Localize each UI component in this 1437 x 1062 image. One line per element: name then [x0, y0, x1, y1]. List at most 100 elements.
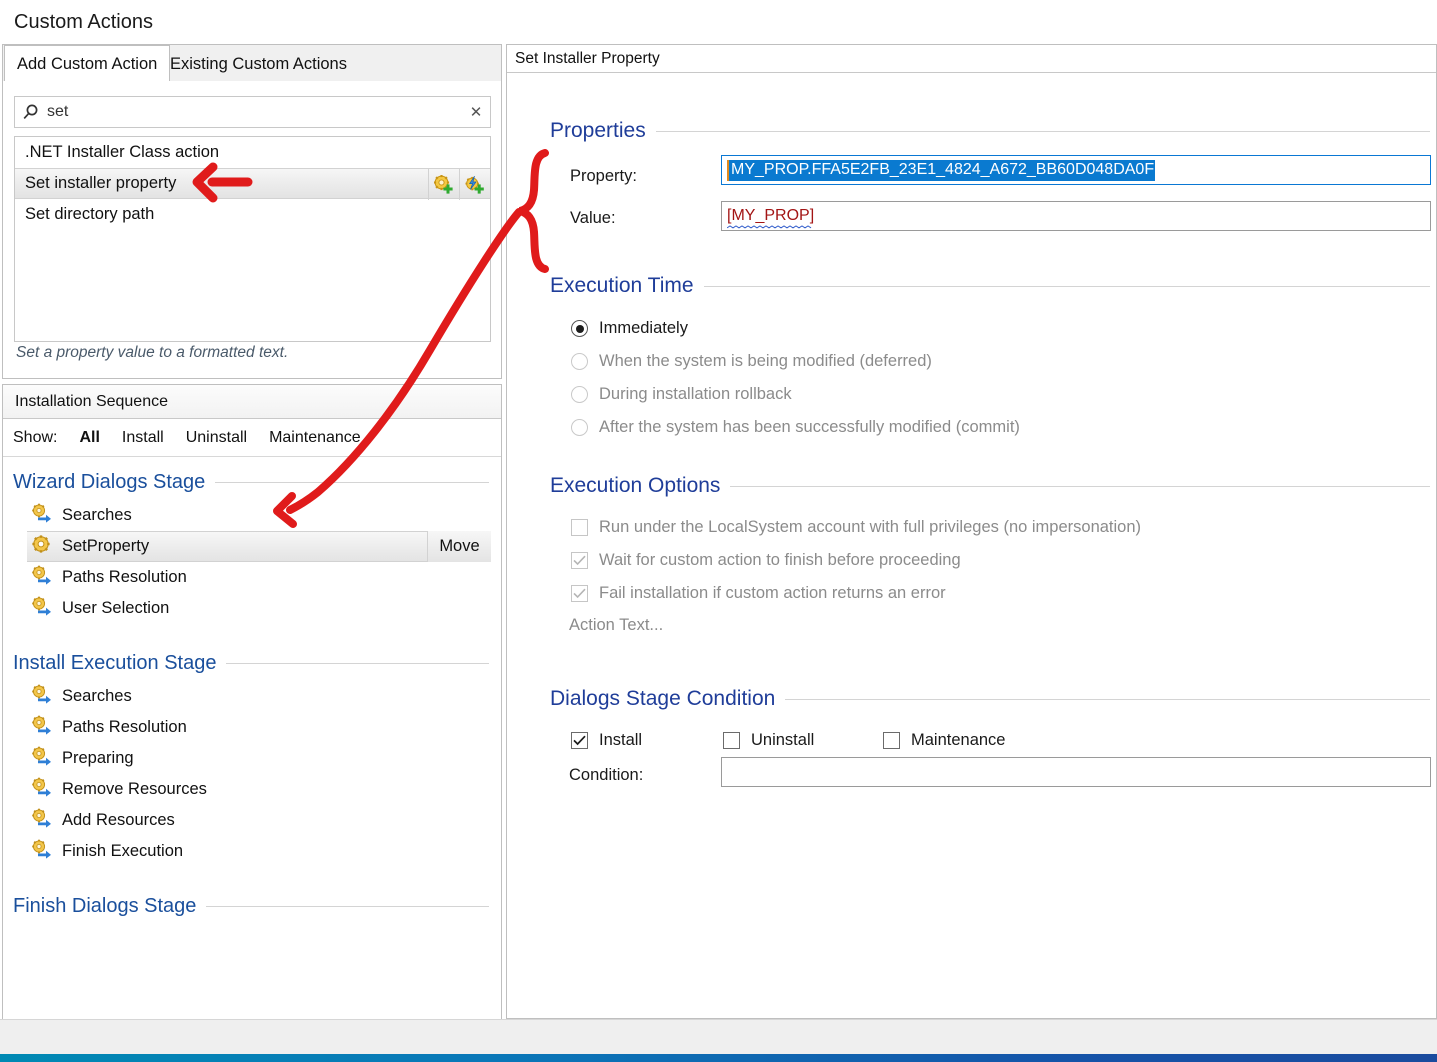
action-text-link[interactable]: Action Text... [569, 616, 663, 635]
stage-header-wizard-dialogs: Wizard Dialogs Stage [3, 471, 501, 494]
sequence-item-label: Searches [62, 687, 132, 706]
condition-input[interactable] [721, 757, 1431, 787]
move-button[interactable]: Move [427, 531, 491, 562]
accent-bar [0, 1054, 1437, 1062]
show-option-all[interactable]: All [79, 429, 99, 447]
gear-arrow-icon [31, 839, 53, 864]
gear-arrow-icon [31, 596, 53, 621]
group-title: Properties [550, 119, 646, 143]
sequence-item-label: SetProperty [62, 537, 149, 556]
stage-header-install-execution: Install Execution Stage [3, 652, 501, 675]
checkbox-wait-for-action[interactable]: Wait for custom action to finish before … [571, 551, 961, 570]
stage-header-finish-dialogs: Finish Dialogs Stage [3, 895, 501, 918]
show-option-install[interactable]: Install [122, 429, 164, 447]
checkbox-label: Install [599, 731, 642, 750]
radio-commit[interactable]: After the system has been successfully m… [571, 418, 1020, 437]
radio-label: After the system has been successfully m… [599, 418, 1020, 437]
search-box[interactable]: ✕ [14, 96, 491, 128]
list-item[interactable]: Set directory path [15, 199, 490, 230]
checkbox-install[interactable]: Install [571, 731, 642, 750]
sequence-item-remove-resources[interactable]: Remove Resources [3, 774, 501, 805]
sequence-item-paths-resolution-2[interactable]: Paths Resolution [3, 712, 501, 743]
details-header: Set Installer Property [507, 45, 1436, 73]
radio-icon [571, 386, 588, 403]
group-header-execution-time: Execution Time [550, 274, 1430, 298]
gear-icon [31, 534, 53, 559]
list-item-label: Set installer property [25, 174, 176, 193]
value-input[interactable]: [MY_PROP] [721, 201, 1431, 231]
gear-arrow-icon [31, 684, 53, 709]
checkbox-localsystem-account[interactable]: Run under the LocalSystem account with f… [571, 518, 1141, 537]
sequence-item-label: Paths Resolution [62, 568, 187, 587]
radio-icon [571, 353, 588, 370]
radio-deferred[interactable]: When the system is being modified (defer… [571, 352, 932, 371]
tab-existing-custom-actions-label: Existing Custom Actions [170, 55, 347, 74]
checkbox-fail-installation[interactable]: Fail installation if custom action retur… [571, 584, 946, 603]
radio-label: During installation rollback [599, 385, 792, 404]
tab-existing-custom-actions[interactable]: Existing Custom Actions [158, 46, 359, 82]
value-input-value: [MY_PROP] [727, 207, 814, 225]
sequence-item-setproperty[interactable]: SetProperty Move [27, 531, 491, 562]
status-bar [0, 1019, 1437, 1054]
installation-sequence-panel: Installation Sequence Show: All Install … [2, 384, 502, 1062]
spellcheck-squiggle-icon [727, 225, 819, 229]
list-item-set-installer-property[interactable]: Set installer property [15, 168, 490, 199]
group-divider [704, 286, 1430, 287]
stage-title: Finish Dialogs Stage [13, 895, 196, 918]
action-type-list[interactable]: .NET Installer Class action Set installe… [14, 136, 491, 342]
value-label: Value: [570, 209, 616, 228]
stage-divider [226, 663, 489, 664]
sequence-item-paths-resolution[interactable]: Paths Resolution [3, 562, 501, 593]
search-icon [15, 103, 45, 122]
installation-sequence-header: Installation Sequence [3, 385, 501, 419]
checkbox-label: Run under the LocalSystem account with f… [599, 518, 1141, 537]
show-option-maintenance[interactable]: Maintenance [269, 429, 361, 447]
sequence-item-add-resources[interactable]: Add Resources [3, 805, 501, 836]
radio-icon [571, 419, 588, 436]
group-divider [785, 699, 1430, 700]
radio-rollback[interactable]: During installation rollback [571, 385, 792, 404]
gear-arrow-icon [31, 808, 53, 833]
clear-search-icon[interactable]: ✕ [462, 103, 490, 121]
radio-immediately[interactable]: Immediately [571, 319, 688, 338]
checkbox-icon-checked [571, 732, 588, 749]
checkbox-label: Fail installation if custom action retur… [599, 584, 946, 603]
gear-arrow-icon [31, 777, 53, 802]
sequence-item-preparing[interactable]: Preparing [3, 743, 501, 774]
details-panel: Set Installer Property Properties Proper… [506, 44, 1437, 1019]
stage-title: Wizard Dialogs Stage [13, 471, 205, 494]
list-item[interactable]: .NET Installer Class action [15, 137, 490, 168]
radio-label: Immediately [599, 319, 688, 338]
checkbox-icon-checked [571, 552, 588, 569]
sequence-item-finish-execution[interactable]: Finish Execution [3, 836, 501, 867]
condition-label: Condition: [569, 766, 643, 785]
sequence-item-label: Paths Resolution [62, 718, 187, 737]
window-title: Custom Actions [0, 0, 1437, 44]
stage-divider [206, 906, 489, 907]
sequence-item-user-selection[interactable]: User Selection [3, 593, 501, 624]
property-label: Property: [570, 167, 637, 186]
gear-arrow-icon [31, 565, 53, 590]
checkbox-label: Wait for custom action to finish before … [599, 551, 961, 570]
group-header-execution-options: Execution Options [550, 474, 1430, 498]
sequence-item-label: User Selection [62, 599, 169, 618]
sequence-item-searches[interactable]: Searches [3, 500, 501, 531]
sequence-item-label: Searches [62, 506, 132, 525]
stage-divider [215, 482, 489, 483]
property-input[interactable]: MY_PROP.FFA5E2FB_23E1_4824_A672_BB60D048… [721, 155, 1431, 185]
search-input[interactable] [45, 102, 462, 122]
show-option-uninstall[interactable]: Uninstall [186, 429, 247, 447]
group-divider [656, 131, 1430, 132]
checkbox-maintenance[interactable]: Maintenance [883, 731, 1005, 750]
tab-add-custom-action[interactable]: Add Custom Action [4, 45, 170, 83]
left-panel: Add Custom Action Existing Custom Action… [2, 44, 502, 1019]
checkbox-icon [723, 732, 740, 749]
show-filter-bar: Show: All Install Uninstall Maintenance [3, 419, 501, 457]
gear-plus-icon[interactable] [428, 169, 459, 200]
lightning-gear-plus-icon[interactable] [459, 169, 490, 200]
checkbox-label: Uninstall [751, 731, 814, 750]
sequence-item-label: Add Resources [62, 811, 175, 830]
sequence-item-searches-2[interactable]: Searches [3, 681, 501, 712]
action-description: Set a property value to a formatted text… [16, 344, 486, 362]
checkbox-uninstall[interactable]: Uninstall [723, 731, 814, 750]
